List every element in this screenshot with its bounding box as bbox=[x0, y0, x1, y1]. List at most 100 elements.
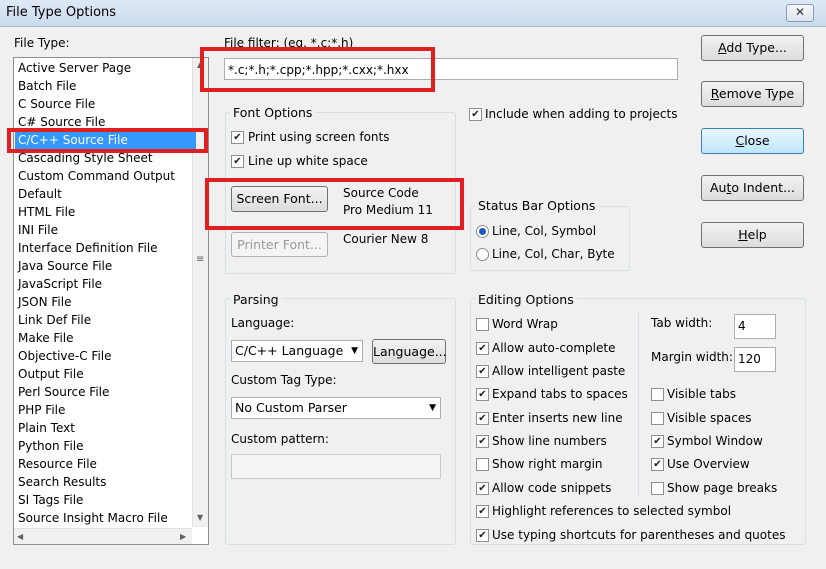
editing-option-checkbox[interactable] bbox=[651, 388, 664, 401]
list-item[interactable]: Batch File bbox=[18, 77, 76, 95]
scroll-down-icon[interactable]: ▼ bbox=[197, 513, 203, 522]
list-item[interactable]: Custom Command Output bbox=[18, 167, 175, 185]
status-line-col-symbol-radio[interactable] bbox=[476, 225, 489, 238]
title-bar: File Type Options ✕ bbox=[0, 0, 826, 27]
include-in-projects-checkbox[interactable]: ✔ bbox=[469, 108, 482, 121]
editing-option-checkbox[interactable]: ✔ bbox=[476, 505, 489, 518]
list-item[interactable]: PHP File bbox=[18, 401, 65, 419]
parsing-group bbox=[225, 298, 456, 545]
list-item[interactable]: Resource File bbox=[18, 455, 97, 473]
editing-option-checkbox[interactable] bbox=[651, 412, 664, 425]
editing-option-label: Use typing shortcuts for parentheses and… bbox=[492, 528, 786, 542]
language-label: Language: bbox=[231, 316, 295, 330]
editing-option-label: Use Overview bbox=[667, 457, 750, 471]
list-item[interactable]: Make File bbox=[18, 329, 74, 347]
print-screen-fonts-label: Print using screen fonts bbox=[248, 130, 390, 144]
list-item[interactable]: Perl Source File bbox=[18, 383, 109, 401]
editing-option-checkbox[interactable]: ✔ bbox=[476, 529, 489, 542]
editing-option-label: Show right margin bbox=[492, 457, 603, 471]
list-item[interactable]: Plain Text bbox=[18, 419, 75, 437]
custom-tag-label: Custom Tag Type: bbox=[231, 373, 337, 387]
highlight-box-selected-type bbox=[7, 128, 208, 153]
editing-option-checkbox[interactable]: ✔ bbox=[476, 342, 489, 355]
highlight-box-screen-font bbox=[205, 178, 464, 230]
editing-option-label: Enter inserts new line bbox=[492, 411, 623, 425]
window-title: File Type Options bbox=[6, 5, 117, 20]
status-line-col-symbol-label: Line, Col, Symbol bbox=[492, 224, 597, 238]
custom-tag-combo[interactable]: No Custom Parser ▼ bbox=[231, 397, 441, 419]
tab-width-label: Tab width: bbox=[651, 316, 713, 330]
editing-option-checkbox[interactable]: ✔ bbox=[651, 435, 664, 448]
add-type-button[interactable]: Add Type... bbox=[701, 35, 804, 61]
window-close-button[interactable]: ✕ bbox=[786, 4, 814, 22]
editing-option-checkbox[interactable]: ✔ bbox=[651, 458, 664, 471]
editing-option-label: Allow code snippets bbox=[492, 481, 612, 495]
list-item[interactable]: Search Results bbox=[18, 473, 106, 491]
list-item[interactable]: Objective-C File bbox=[18, 347, 112, 365]
editing-option-checkbox[interactable]: ✔ bbox=[476, 482, 489, 495]
editing-option-label: Show page breaks bbox=[667, 481, 778, 495]
line-up-whitespace-checkbox[interactable]: ✔ bbox=[231, 155, 244, 168]
editing-option-label: Show line numbers bbox=[492, 434, 607, 448]
editing-option-label: Allow auto-complete bbox=[492, 341, 616, 355]
margin-width-input[interactable]: 120 bbox=[734, 347, 776, 372]
list-item[interactable]: Source Insight Macro File bbox=[18, 509, 168, 527]
scroll-right-icon[interactable]: ▶ bbox=[180, 532, 186, 541]
editing-option-label: Visible tabs bbox=[667, 387, 736, 401]
editing-option-checkbox[interactable]: ✔ bbox=[476, 412, 489, 425]
list-horizontal-scrollbar[interactable]: ◀ ▶ bbox=[14, 528, 192, 544]
font-options-title: Font Options bbox=[230, 105, 316, 120]
help-button[interactable]: Help bbox=[701, 222, 804, 248]
list-item[interactable]: Interface Definition File bbox=[18, 239, 158, 257]
list-item[interactable]: C Source File bbox=[18, 95, 95, 113]
include-in-projects-label: Include when adding to projects bbox=[485, 107, 678, 121]
list-item[interactable]: INI File bbox=[18, 221, 58, 239]
print-screen-fonts-checkbox[interactable]: ✔ bbox=[231, 131, 244, 144]
status-line-col-char-byte-label: Line, Col, Char, Byte bbox=[492, 247, 615, 261]
editing-option-checkbox[interactable]: ✔ bbox=[476, 388, 489, 401]
printer-font-button[interactable]: Printer Font... bbox=[231, 232, 328, 257]
custom-tag-combo-value: No Custom Parser bbox=[235, 400, 347, 415]
editing-option-label: Expand tabs to spaces bbox=[492, 387, 628, 401]
status-line-col-char-byte-radio[interactable] bbox=[476, 248, 489, 261]
editing-option-checkbox[interactable] bbox=[476, 458, 489, 471]
list-item[interactable]: Java Source File bbox=[18, 257, 112, 275]
remove-type-button[interactable]: Remove Type bbox=[701, 81, 804, 107]
list-item[interactable]: Active Server Page bbox=[18, 59, 131, 77]
list-item[interactable]: Link Def File bbox=[18, 311, 91, 329]
dropdown-arrow-icon: ▼ bbox=[351, 346, 358, 356]
editing-option-checkbox[interactable]: ✔ bbox=[476, 435, 489, 448]
printer-font-value: Courier New 8 bbox=[343, 232, 429, 246]
list-item[interactable]: JavaScript File bbox=[18, 275, 102, 293]
editing-option-checkbox[interactable]: ✔ bbox=[476, 365, 489, 378]
custom-pattern-input[interactable] bbox=[231, 454, 441, 479]
scroll-left-icon[interactable]: ◀ bbox=[17, 532, 23, 541]
language-combo[interactable]: C/C++ Language ▼ bbox=[231, 340, 363, 362]
editing-options-title: Editing Options bbox=[475, 292, 577, 307]
editing-separator bbox=[638, 313, 639, 497]
auto-indent-button[interactable]: Auto Indent... bbox=[701, 175, 804, 201]
status-bar-group bbox=[470, 206, 630, 271]
editing-option-checkbox[interactable] bbox=[476, 318, 489, 331]
close-button[interactable]: Close bbox=[701, 128, 804, 154]
editing-option-label: Symbol Window bbox=[667, 434, 763, 448]
editing-option-checkbox[interactable] bbox=[651, 482, 664, 495]
margin-width-label: Margin width: bbox=[651, 350, 733, 364]
language-combo-value: C/C++ Language bbox=[235, 343, 344, 358]
list-item[interactable]: Output File bbox=[18, 365, 84, 383]
parsing-title: Parsing bbox=[230, 292, 282, 307]
status-bar-title: Status Bar Options bbox=[475, 198, 599, 213]
file-type-label: File Type: bbox=[14, 36, 70, 50]
dropdown-arrow-icon: ▼ bbox=[429, 403, 436, 413]
list-item[interactable]: HTML File bbox=[18, 203, 75, 221]
editing-option-label: Allow intelligent paste bbox=[492, 364, 626, 378]
list-item[interactable]: JSON File bbox=[18, 293, 71, 311]
scroll-grip-icon[interactable]: ≡ bbox=[196, 254, 204, 265]
tab-width-input[interactable]: 4 bbox=[734, 314, 776, 339]
line-up-whitespace-label: Line up white space bbox=[248, 154, 368, 168]
language-button[interactable]: Language... bbox=[372, 339, 447, 364]
editing-option-label: Visible spaces bbox=[667, 411, 752, 425]
list-item[interactable]: SI Tags File bbox=[18, 491, 83, 509]
list-item[interactable]: Python File bbox=[18, 437, 84, 455]
list-item[interactable]: Default bbox=[18, 185, 62, 203]
